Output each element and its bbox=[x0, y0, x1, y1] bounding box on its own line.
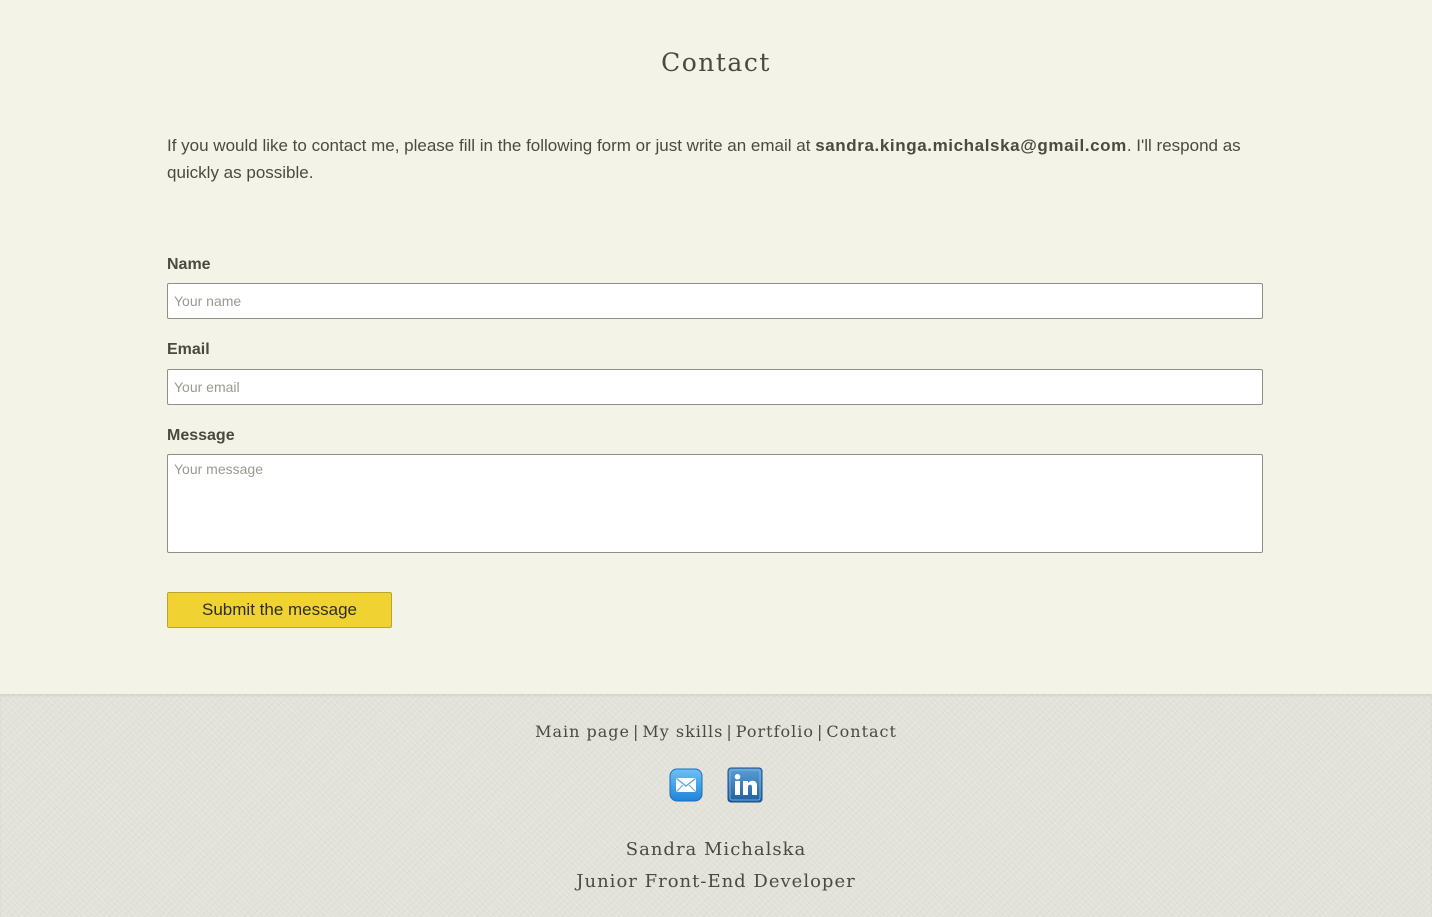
footer-nav-separator: | bbox=[632, 722, 640, 741]
linkedin-link[interactable] bbox=[727, 767, 763, 803]
intro-text: If you would like to contact me, please … bbox=[167, 132, 1263, 186]
page-title: Contact bbox=[661, 48, 771, 77]
footer-link-portfolio[interactable]: Portfolio bbox=[736, 722, 814, 741]
submit-button[interactable]: Submit the message bbox=[167, 592, 392, 628]
name-label: Name bbox=[167, 256, 211, 273]
footer-nav: Main page | My skills | Portfolio | Contact bbox=[0, 722, 1432, 741]
author-name: Sandra Michalska bbox=[625, 839, 807, 860]
email-input[interactable] bbox=[167, 369, 1263, 405]
author-info: Sandra Michalska Junior Front-End Develo… bbox=[0, 834, 1432, 898]
footer-link-my-skills[interactable]: My skills bbox=[642, 722, 723, 741]
main-content: Contact If you would like to contact me,… bbox=[0, 0, 1432, 694]
footer: Main page | My skills | Portfolio | Contact bbox=[0, 694, 1432, 917]
name-input[interactable] bbox=[167, 283, 1263, 319]
message-textarea[interactable] bbox=[167, 454, 1263, 553]
footer-link-contact[interactable]: Contact bbox=[826, 722, 897, 741]
intro-text-before: If you would like to contact me, please … bbox=[167, 136, 816, 155]
message-label: Message bbox=[167, 427, 235, 444]
linkedin-icon bbox=[727, 767, 763, 803]
author-role: Junior Front-End Developer bbox=[576, 871, 856, 892]
footer-nav-separator: | bbox=[726, 722, 733, 741]
social-links bbox=[0, 767, 1432, 803]
footer-link-main-page[interactable]: Main page bbox=[535, 722, 630, 741]
contact-email: sandra.kinga.michalska@gmail.com bbox=[815, 136, 1127, 155]
email-label: Email bbox=[167, 341, 210, 358]
email-icon bbox=[669, 768, 703, 802]
footer-nav-separator: | bbox=[817, 722, 824, 741]
email-link[interactable] bbox=[669, 768, 703, 802]
